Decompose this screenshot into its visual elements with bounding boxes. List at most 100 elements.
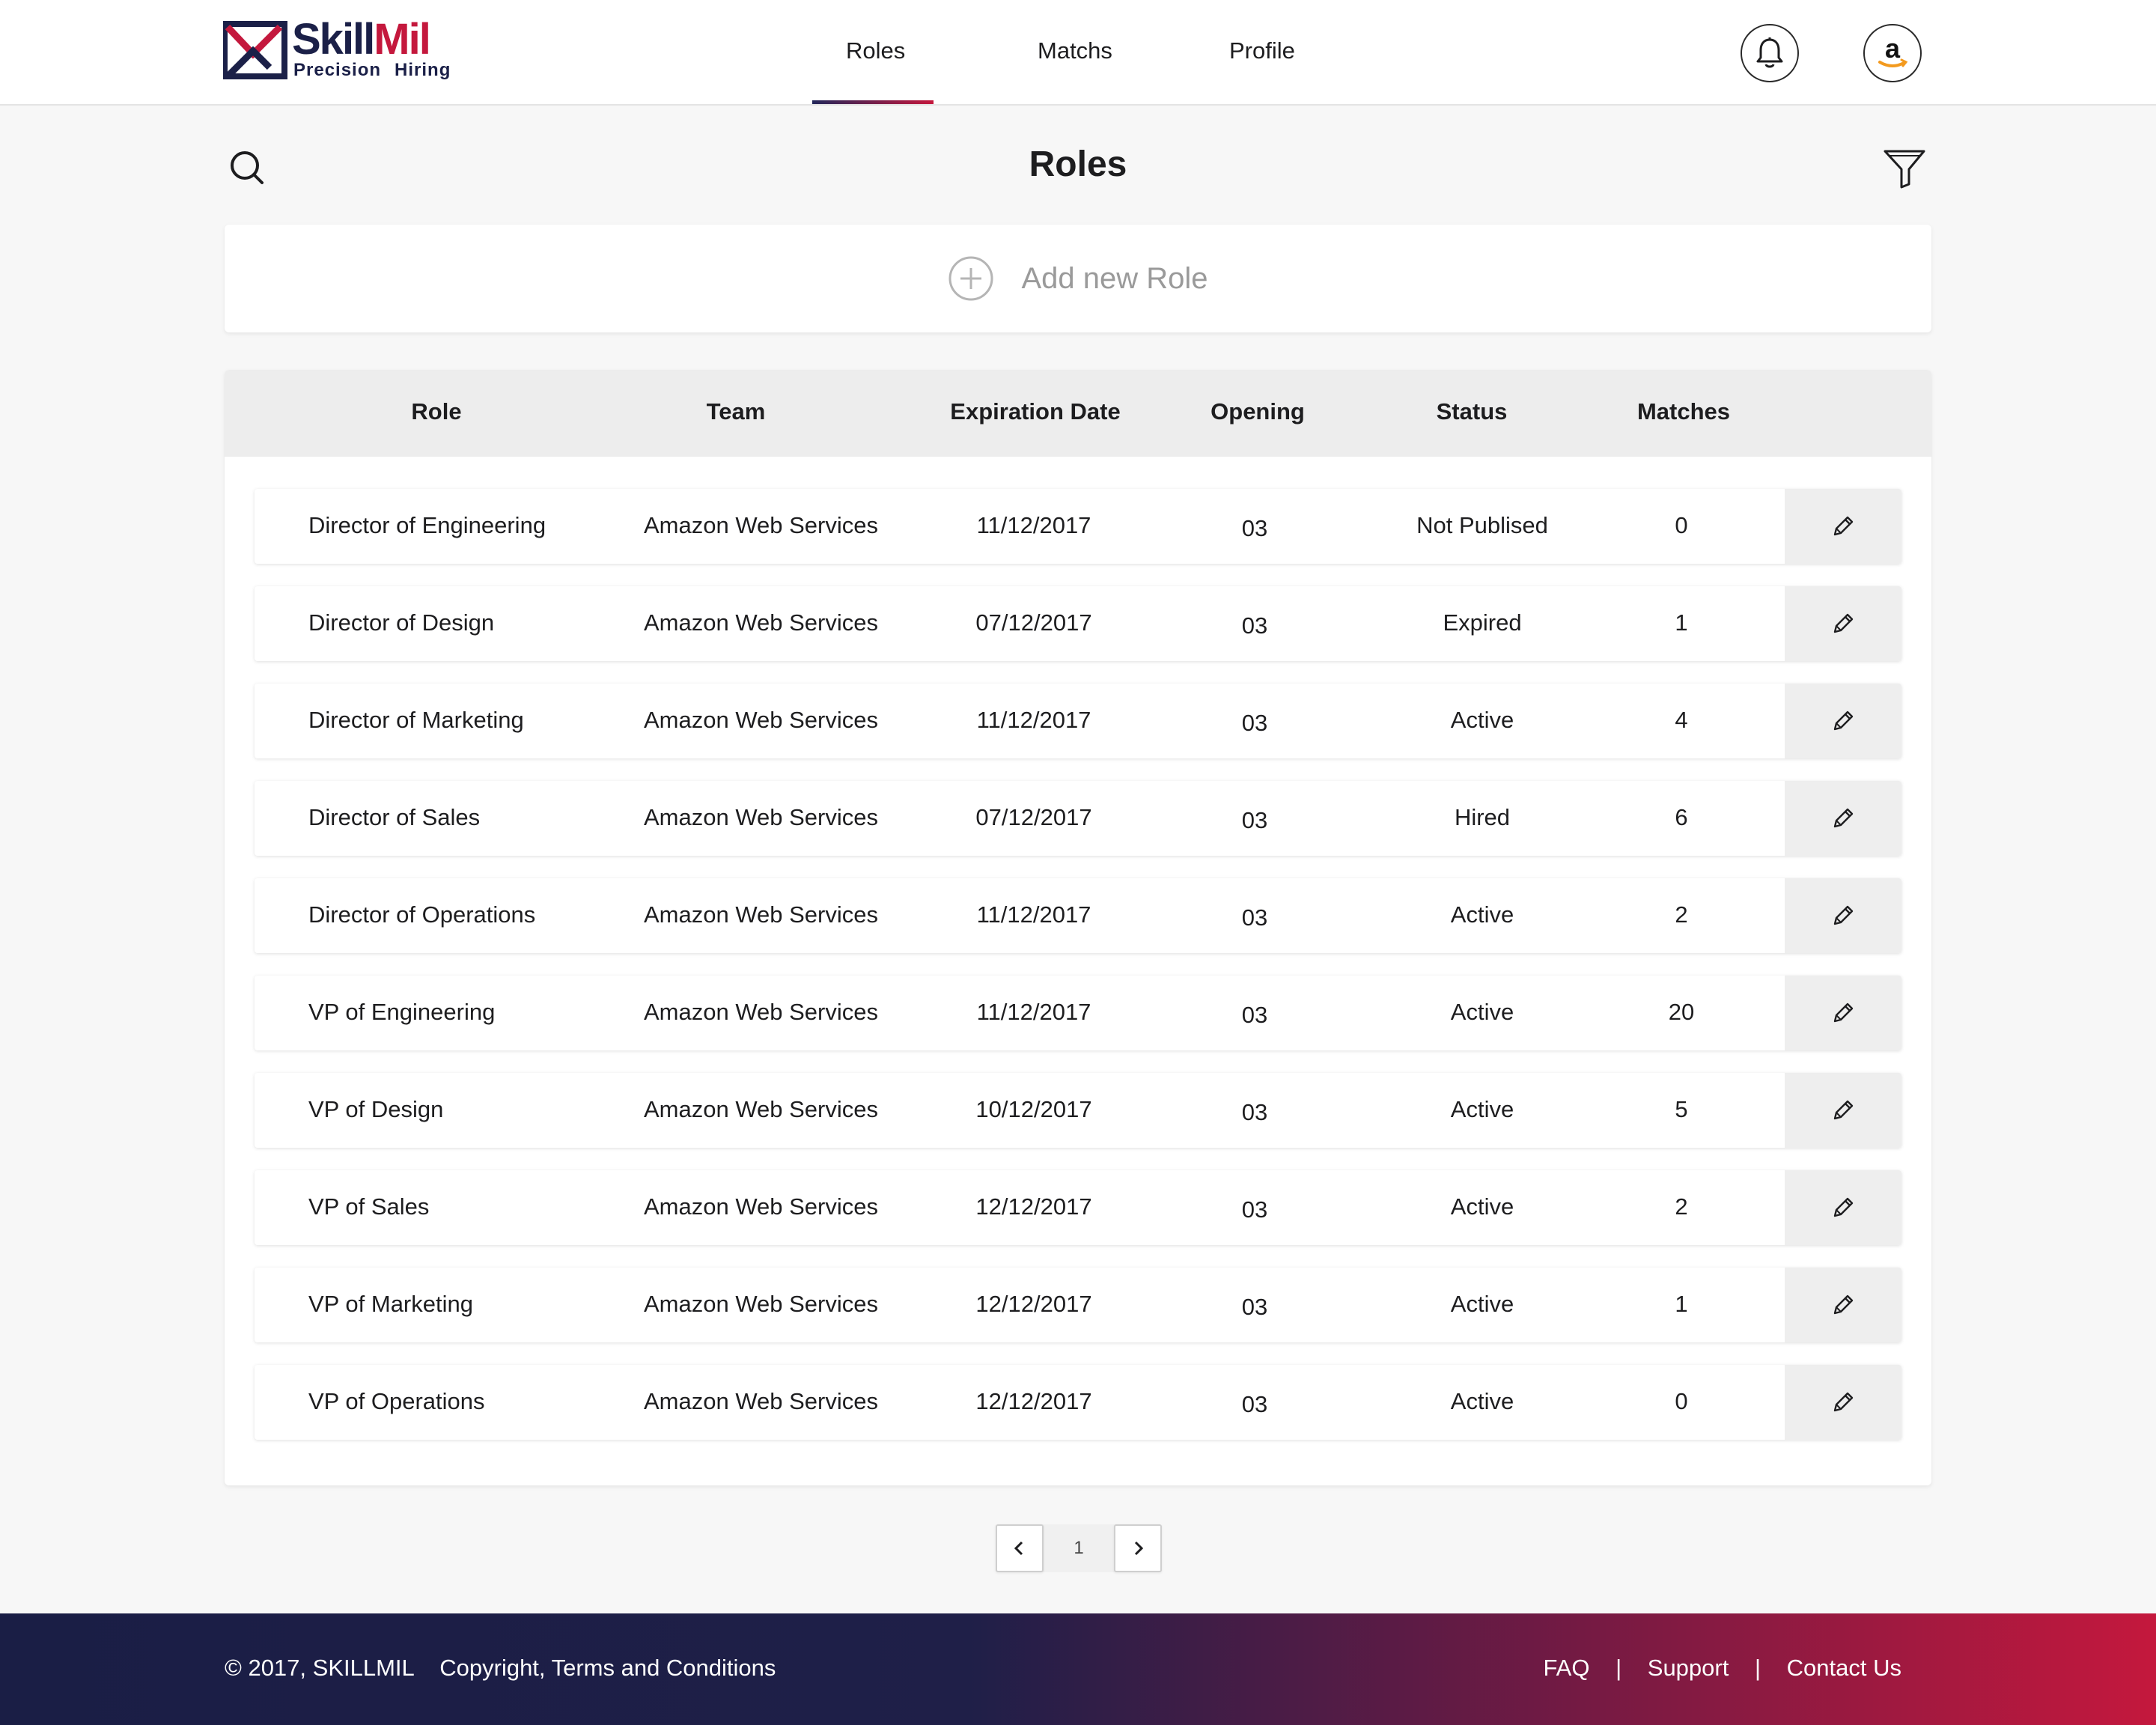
chevron-left-icon: [1014, 1541, 1023, 1556]
add-new-role-button[interactable]: Add new Role: [225, 225, 1931, 332]
page-title: Roles: [1029, 144, 1127, 184]
notifications-button[interactable]: [1741, 24, 1799, 82]
chevron-right-icon: [1134, 1541, 1144, 1556]
roles-table: Role Team Expiration Date Opening Status…: [225, 370, 1931, 1485]
edit-role-button[interactable]: [1785, 1170, 1901, 1245]
cell-expiration-date: 11/12/2017: [976, 999, 1091, 1025]
table-row[interactable]: VP of Engineering Amazon Web Services 11/1…: [255, 976, 1901, 1050]
edit-role-button[interactable]: [1785, 878, 1901, 953]
edit-role-button[interactable]: [1785, 1073, 1901, 1148]
footer-separator: |: [1616, 1655, 1622, 1681]
cell-expiration-date: 07/12/2017: [975, 804, 1092, 830]
cell-role: Director of Engineering: [308, 512, 546, 538]
cell-role: VP of Marketing: [308, 1291, 473, 1317]
main-nav: Roles Matchs Profile: [0, 0, 2156, 106]
column-header-opening: Opening: [1211, 398, 1305, 425]
pencil-icon: [1833, 1197, 1854, 1217]
footer-separator: |: [1754, 1655, 1761, 1681]
pencil-icon: [1833, 1100, 1854, 1120]
top-navbar: SkillMil Precision Hiring Roles Matchs Pr…: [0, 0, 2156, 106]
edit-role-button[interactable]: [1785, 586, 1901, 661]
table-row[interactable]: VP of Marketing Amazon Web Services 12/12/…: [255, 1268, 1901, 1342]
plus-circle-icon: [948, 256, 993, 301]
cell-team: Amazon Web Services: [644, 512, 878, 538]
edit-role-button[interactable]: [1785, 489, 1901, 564]
cell-team: Amazon Web Services: [644, 1193, 878, 1220]
next-page-button[interactable]: [1114, 1524, 1162, 1572]
table-row[interactable]: VP of Operations Amazon Web Services 12/12…: [255, 1365, 1901, 1440]
edit-role-button[interactable]: [1785, 684, 1901, 758]
account-avatar-button[interactable]: a: [1863, 24, 1922, 82]
footer-link-faq[interactable]: FAQ: [1543, 1655, 1589, 1681]
current-page-number[interactable]: 1: [1044, 1524, 1114, 1572]
cell-matches: 0: [1675, 1388, 1688, 1414]
cell-matches: 1: [1675, 1291, 1688, 1317]
table-row[interactable]: Director of Engineering Amazon Web Servic…: [255, 489, 1901, 564]
cell-expiration-date: 11/12/2017: [976, 901, 1091, 928]
add-new-role-label: Add new Role: [1021, 261, 1208, 295]
cell-matches: 1: [1675, 609, 1688, 636]
previous-page-button[interactable]: [996, 1524, 1044, 1572]
cell-role: VP of Engineering: [308, 999, 496, 1025]
footer-link-contact-us[interactable]: Contact Us: [1787, 1655, 1901, 1681]
active-tab-indicator: [812, 100, 934, 104]
svg-text:a: a: [1885, 34, 1901, 64]
cell-status: Active: [1450, 707, 1514, 733]
pencil-icon: [1833, 1294, 1854, 1315]
cell-matches: 5: [1675, 1096, 1688, 1122]
table-row[interactable]: Director of Operations Amazon Web Service…: [255, 878, 1901, 953]
cell-team: Amazon Web Services: [644, 609, 878, 636]
table-row[interactable]: VP of Design Amazon Web Services 10/12/201…: [255, 1073, 1901, 1148]
pencil-icon: [1833, 711, 1854, 731]
table-row[interactable]: Director of Design Amazon Web Services 07/…: [255, 586, 1901, 661]
bell-icon: [1756, 37, 1783, 68]
nav-tab-roles[interactable]: Roles: [846, 37, 905, 64]
edit-role-button[interactable]: [1785, 1268, 1901, 1342]
cell-expiration-date: 11/12/2017: [976, 512, 1091, 538]
pencil-icon: [1833, 1003, 1854, 1023]
filter-button[interactable]: [1881, 144, 1928, 192]
cell-status: Active: [1450, 1388, 1514, 1414]
pencil-icon: [1833, 905, 1854, 925]
cell-opening: 03: [1241, 904, 1268, 931]
cell-role: Director of Design: [308, 609, 495, 636]
edit-role-button[interactable]: [1785, 976, 1901, 1050]
cell-expiration-date: 11/12/2017: [976, 707, 1091, 733]
table-row[interactable]: Director of Marketing Amazon Web Services…: [255, 684, 1901, 758]
cell-expiration-date: 12/12/2017: [975, 1193, 1092, 1220]
cell-opening: 03: [1241, 1196, 1268, 1223]
table-row[interactable]: VP of Sales Amazon Web Services 12/12/2017…: [255, 1170, 1901, 1245]
cell-status: Active: [1450, 1096, 1514, 1122]
cell-expiration-date: 10/12/2017: [975, 1096, 1092, 1122]
cell-matches: 6: [1675, 804, 1688, 830]
nav-tab-profile[interactable]: Profile: [1229, 37, 1295, 64]
column-header-expiration-date: Expiration Date: [950, 398, 1121, 425]
cell-opening: 03: [1241, 1099, 1268, 1125]
cell-status: Expired: [1443, 609, 1522, 636]
nav-tab-matchs[interactable]: Matchs: [1038, 37, 1112, 64]
cell-team: Amazon Web Services: [644, 1291, 878, 1317]
column-header-matches: Matches: [1636, 398, 1731, 425]
pencil-icon: [1833, 808, 1854, 828]
edit-role-button[interactable]: [1785, 1365, 1901, 1440]
cell-role: VP of Sales: [308, 1193, 430, 1220]
cell-role: VP of Design: [308, 1096, 444, 1122]
column-header-team: Team: [706, 398, 766, 425]
cell-team: Amazon Web Services: [644, 707, 878, 733]
cell-matches: 2: [1675, 1193, 1688, 1220]
cell-opening: 03: [1241, 1002, 1268, 1028]
cell-team: Amazon Web Services: [644, 901, 878, 928]
cell-opening: 03: [1241, 1391, 1268, 1417]
table-header: Role Team Expiration Date Opening Status…: [225, 370, 1931, 457]
footer-link-support[interactable]: Support: [1648, 1655, 1729, 1681]
cell-role: VP of Operations: [308, 1388, 485, 1414]
cell-status: Not Publised: [1416, 512, 1548, 538]
cell-team: Amazon Web Services: [644, 804, 878, 830]
table-row[interactable]: Director of Sales Amazon Web Services 07/1…: [255, 781, 1901, 856]
edit-role-button[interactable]: [1785, 781, 1901, 856]
cell-role: Director of Sales: [308, 804, 481, 830]
footer-terms-link[interactable]: Copyright, Terms and Conditions: [439, 1655, 776, 1681]
cell-status: Active: [1450, 1291, 1514, 1317]
cell-expiration-date: 12/12/2017: [975, 1388, 1092, 1414]
footer-links: FAQ | Support | Contact Us: [1543, 1655, 1901, 1682]
